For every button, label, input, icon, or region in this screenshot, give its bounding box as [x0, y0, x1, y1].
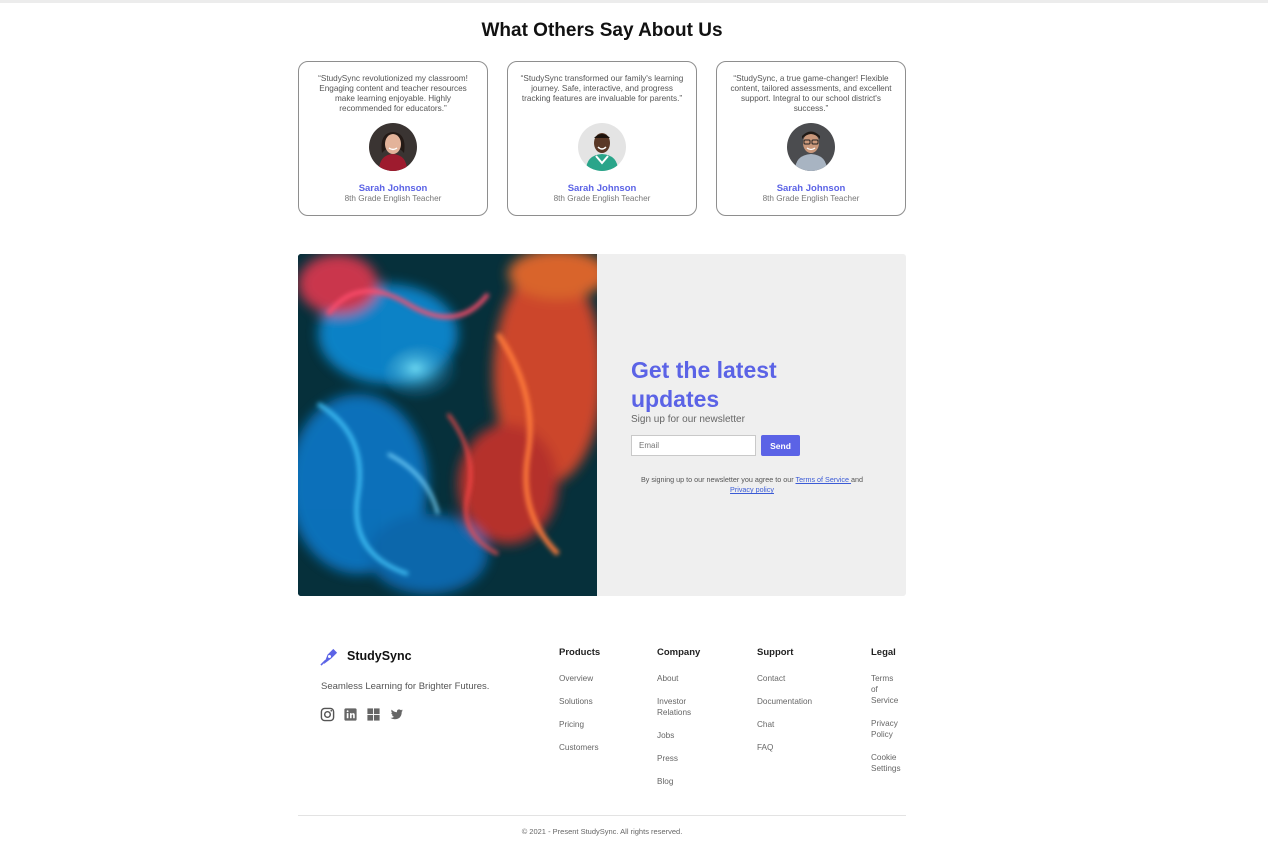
- testimonial-cards: “StudySync revolutionized my classroom! …: [298, 61, 906, 216]
- footer-link[interactable]: Pricing: [559, 719, 600, 730]
- newsletter-legal-text: By signing up to our newsletter you agre…: [628, 475, 876, 495]
- footer-divider: [298, 815, 906, 816]
- footer-link[interactable]: Press: [657, 753, 721, 764]
- footer-link[interactable]: About: [657, 673, 721, 684]
- legal-prefix: By signing up to our newsletter you agre…: [640, 475, 796, 484]
- footer-column-heading: Support: [757, 647, 794, 658]
- testimonial-name: Sarah Johnson: [358, 183, 428, 194]
- brand[interactable]: StudySync: [320, 645, 412, 667]
- top-divider: [0, 0, 1268, 3]
- footer-link[interactable]: FAQ: [757, 742, 812, 753]
- footer-link[interactable]: Documentation: [757, 696, 812, 707]
- testimonial-name: Sarah Johnson: [776, 183, 846, 194]
- instagram-icon[interactable]: [320, 707, 335, 722]
- copyright: © 2021 - Present StudySync. All rights r…: [521, 827, 683, 836]
- linkedin-icon[interactable]: [343, 707, 358, 722]
- footer-link[interactable]: Cookie Settings: [871, 752, 905, 774]
- footer-link[interactable]: Privacy Policy: [871, 718, 901, 740]
- footer-link[interactable]: Terms of Service: [871, 673, 901, 706]
- windows-icon[interactable]: [366, 707, 381, 722]
- terms-of-service-link[interactable]: Terms of Service: [795, 475, 851, 484]
- footer-link[interactable]: Blog: [657, 776, 721, 787]
- newsletter-subtitle: Sign up for our newsletter: [631, 414, 745, 425]
- testimonial-card: “StudySync transformed our family's lear…: [507, 61, 697, 216]
- send-button[interactable]: Send: [761, 435, 800, 456]
- testimonial-quote: “StudySync transformed our family's lear…: [520, 74, 684, 103]
- footer-link[interactable]: Solutions: [559, 696, 600, 707]
- email-input[interactable]: [631, 435, 756, 456]
- newsletter-section: Get the latest updates Sign up for our n…: [298, 254, 906, 596]
- testimonial-card: “StudySync revolutionized my classroom! …: [298, 61, 488, 216]
- footer-column-support: Support Contact Documentation Chat FAQ: [757, 647, 812, 765]
- abstract-ink-image: [298, 254, 597, 596]
- testimonial-card: “StudySync, a true game-changer! Flexibl…: [716, 61, 906, 216]
- newsletter-title: Get the latest updates: [631, 357, 777, 412]
- testimonial-name: Sarah Johnson: [567, 183, 637, 194]
- avatar: [369, 123, 417, 171]
- legal-and: and: [851, 475, 864, 484]
- footer-column-company: Company About Investor Relations Jobs Pr…: [657, 647, 721, 799]
- footer-link[interactable]: Contact: [757, 673, 812, 684]
- testimonials-title: What Others Say About Us: [481, 20, 723, 41]
- footer-column-legal: Legal Terms of Service Privacy Policy Co…: [871, 647, 905, 786]
- brand-name: StudySync: [347, 649, 412, 663]
- site-footer: StudySync Seamless Learning for Brighter…: [298, 640, 906, 800]
- footer-column-heading: Company: [657, 647, 701, 658]
- footer-link[interactable]: Customers: [559, 742, 600, 753]
- pen-nib-icon: [320, 648, 338, 666]
- footer-link[interactable]: Overview: [559, 673, 600, 684]
- privacy-policy-link[interactable]: Privacy policy: [730, 485, 774, 494]
- testimonial-role: 8th Grade English Teacher: [762, 194, 860, 203]
- testimonial-quote: “StudySync revolutionized my classroom! …: [318, 74, 468, 113]
- avatar: [787, 123, 835, 171]
- twitter-icon[interactable]: [389, 707, 404, 722]
- social-links: [320, 707, 404, 722]
- footer-link[interactable]: Investor Relations: [657, 696, 697, 718]
- testimonial-role: 8th Grade English Teacher: [344, 194, 442, 203]
- footer-link[interactable]: Chat: [757, 719, 812, 730]
- footer-link[interactable]: Jobs: [657, 730, 721, 741]
- footer-column-heading: Products: [559, 647, 601, 658]
- footer-column-products: Products Overview Solutions Pricing Cust…: [559, 647, 600, 765]
- footer-column-heading: Legal: [871, 647, 896, 658]
- avatar: [578, 123, 626, 171]
- tagline: Seamless Learning for Brighter Futures.: [321, 681, 490, 692]
- testimonial-role: 8th Grade English Teacher: [553, 194, 651, 203]
- testimonial-quote: “StudySync, a true game-changer! Flexibl…: [730, 74, 892, 113]
